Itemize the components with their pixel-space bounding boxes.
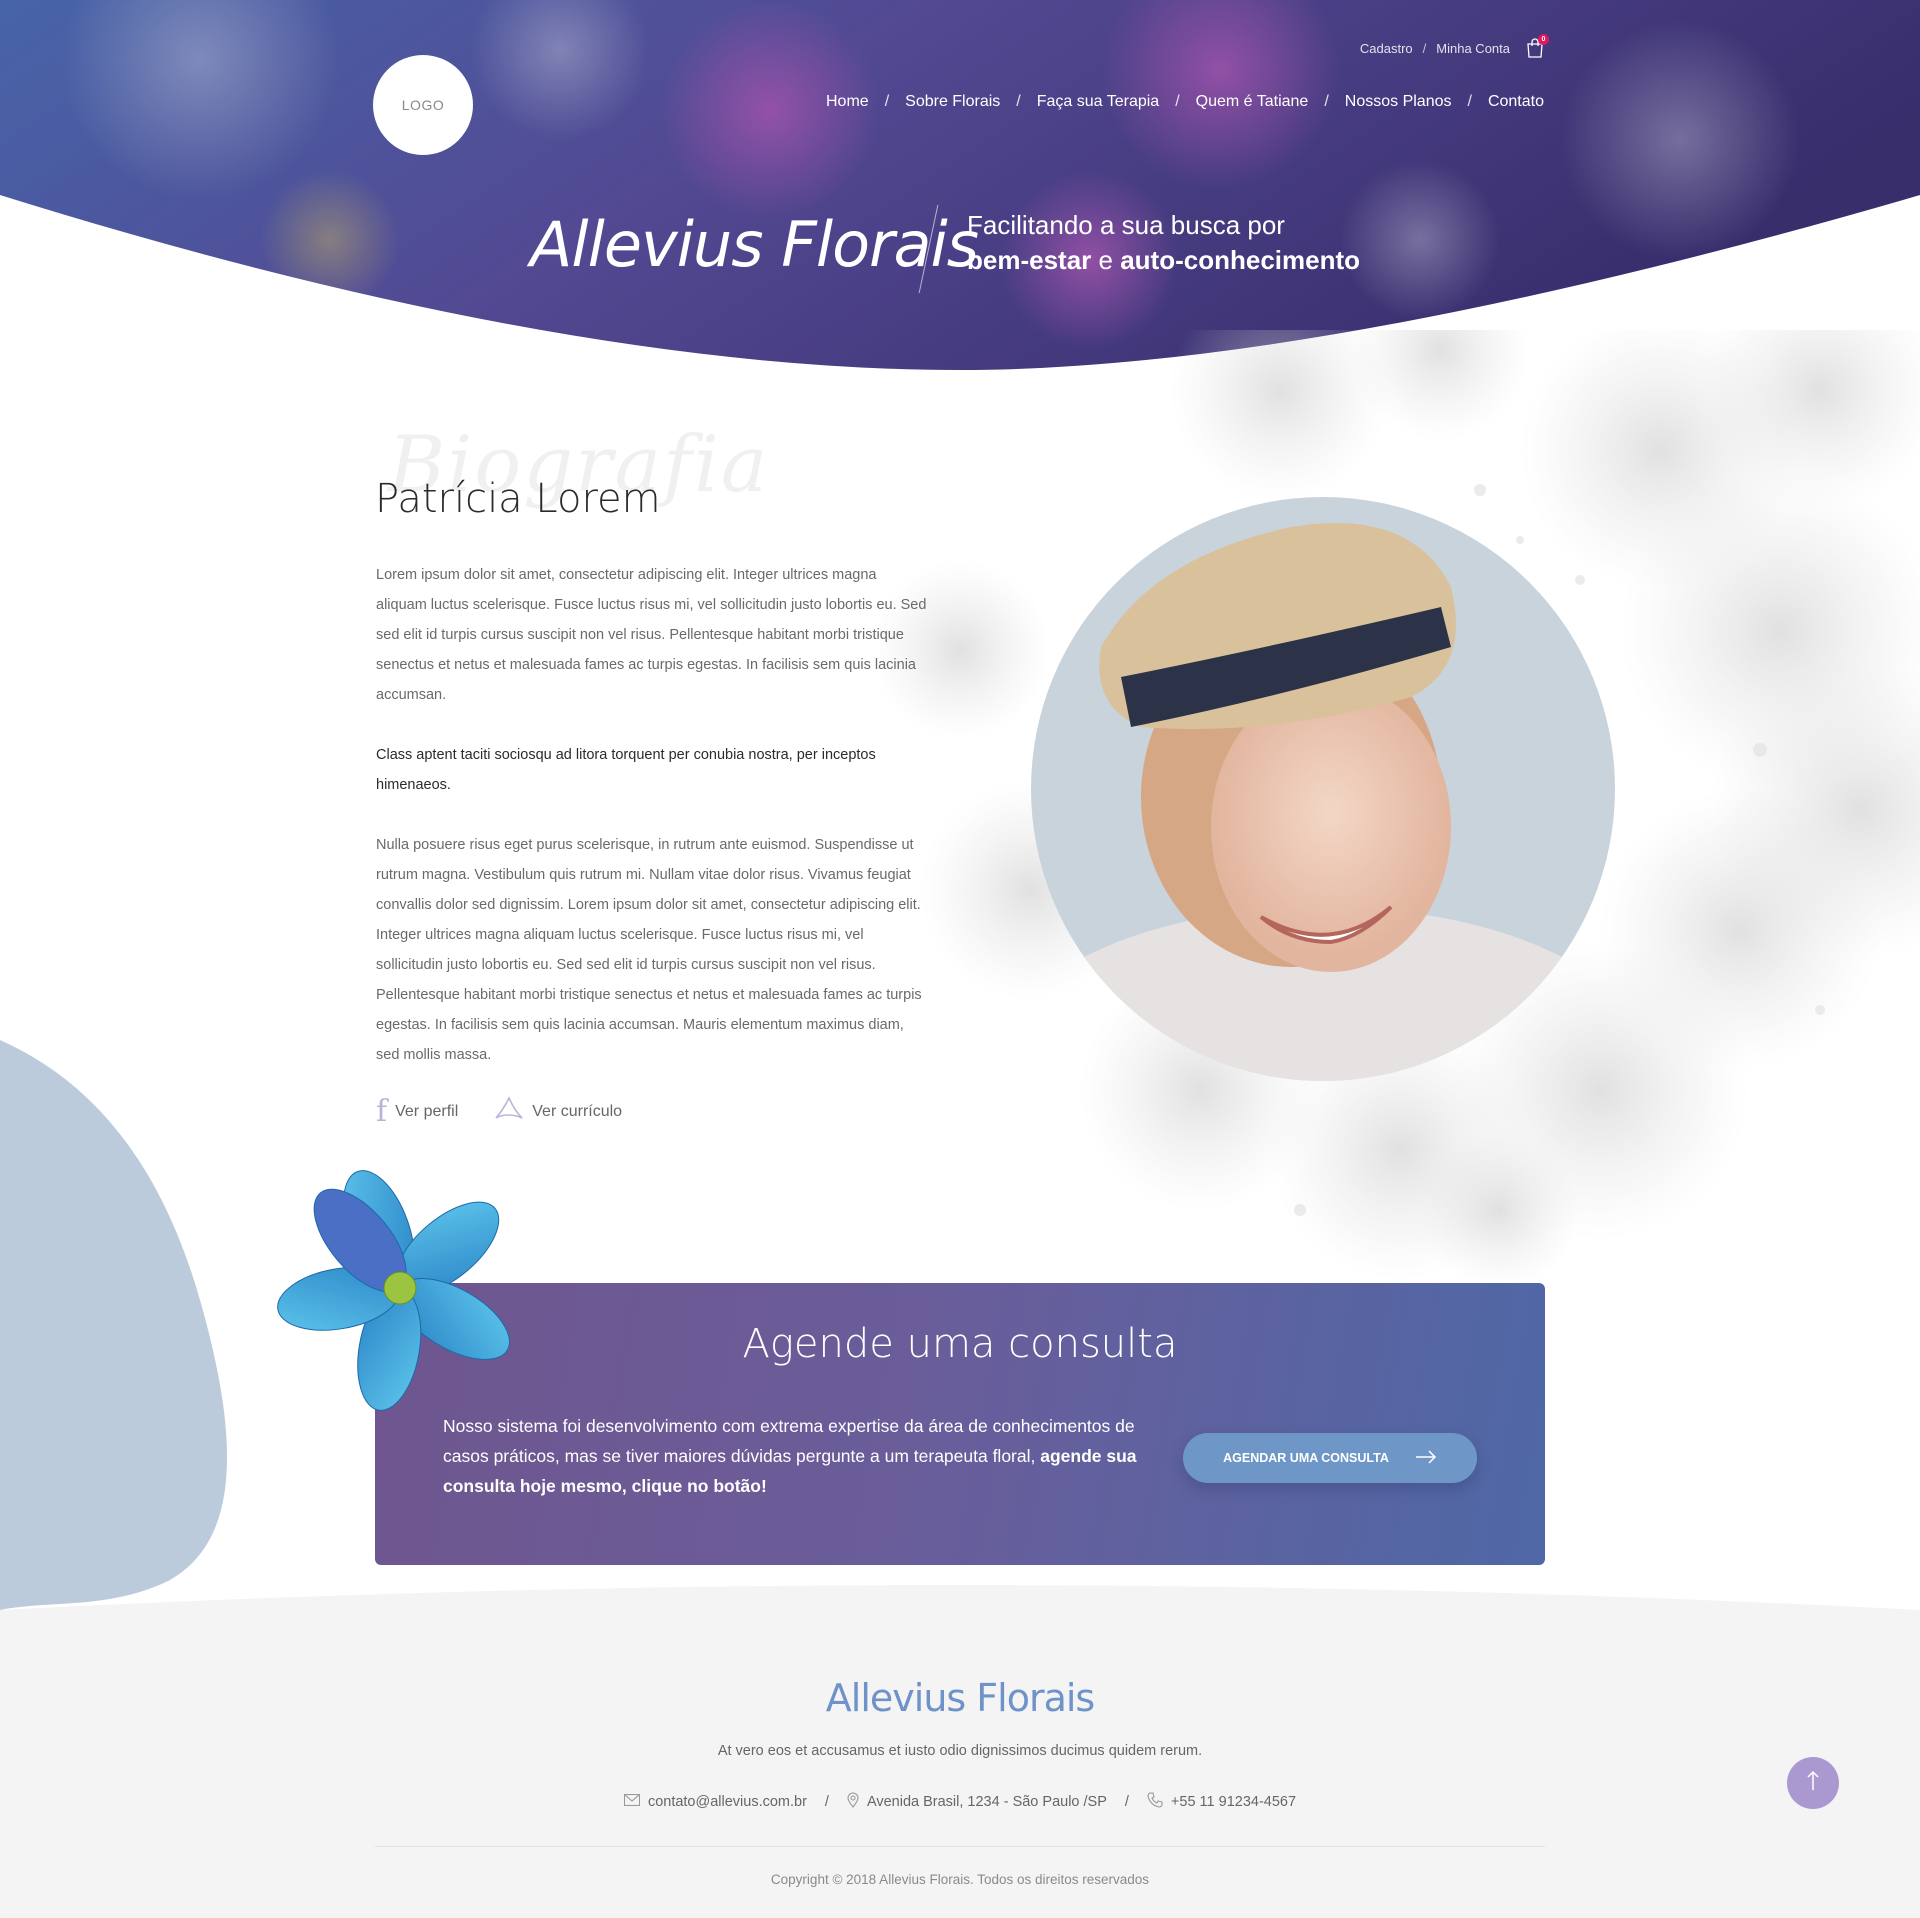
footer-phone-text: +55 11 91234-4567 — [1170, 1794, 1297, 1810]
cta-title: Agende uma consulta — [742, 1321, 1178, 1367]
footer-address-text: Avenida Brasil, 1234 - São Paulo /SP — [866, 1794, 1107, 1810]
bio-paragraph-highlight: Class aptent taciti sociosqu ad litora t… — [376, 747, 876, 793]
main-nav: Home / Sobre Florais / Faça sua Terapia … — [826, 93, 1544, 111]
nav-separator: / — [1016, 93, 1021, 110]
tagline-line-1: Facilitando a sua busca por — [967, 210, 1285, 240]
arrow-right-icon — [1415, 1449, 1437, 1467]
copyright: Copyright © 2018 Allevius Florais. Todos… — [770, 1872, 1150, 1887]
footer-description: At vero eos et accusamus et iusto odio d… — [717, 1743, 1203, 1759]
nav-separator: / — [1467, 93, 1472, 110]
bio-name-heading: Patrícia Lorem — [375, 476, 661, 522]
footer-email[interactable]: contato@allevius.com.br — [623, 1793, 807, 1810]
nav-separator: / — [884, 93, 890, 110]
footer-email-text: contato@allevius.com.br — [647, 1794, 807, 1810]
view-profile-label: Ver perfil — [395, 1102, 459, 1120]
cart-icon[interactable]: 0 — [1526, 34, 1549, 58]
tagline-connector: e — [1098, 245, 1113, 275]
nav-separator: / — [1324, 93, 1329, 110]
footer-phone[interactable]: +55 11 91234-4567 — [1147, 1792, 1296, 1812]
nav-sobre-florais[interactable]: Sobre Florais — [905, 93, 1000, 111]
nav-contato[interactable]: Contato — [1488, 93, 1544, 111]
facebook-icon: f — [376, 1093, 388, 1129]
footer-address: Avenida Brasil, 1234 - São Paulo /SP — [847, 1792, 1107, 1812]
account-link[interactable]: Minha Conta — [1436, 41, 1510, 56]
hero-banner-background — [0, 0, 1920, 370]
nav-quem-e-tatiane[interactable]: Quem é Tatiane — [1196, 93, 1309, 111]
schedule-consultation-button[interactable]: AGENDAR UMA CONSULTA — [1183, 1433, 1477, 1483]
register-link[interactable]: Cadastro — [1360, 41, 1413, 56]
nav-home[interactable]: Home — [826, 93, 869, 111]
logo[interactable]: LOGO — [373, 55, 473, 155]
acrobat-icon — [494, 1096, 524, 1127]
location-icon — [847, 1792, 859, 1812]
bio-paragraph: Nulla posuere risus eget purus scelerisq… — [376, 837, 922, 1063]
cart-count-badge: 0 — [1538, 34, 1549, 45]
hero-brand-title: Allevius Florais — [530, 208, 979, 281]
top-links: Cadastro / Minha Conta 0 — [1360, 34, 1549, 58]
left-blob-decoration — [0, 1040, 228, 1610]
tagline-bold-2: auto-conhecimento — [1120, 245, 1361, 275]
back-to-top-button[interactable] — [1787, 1757, 1839, 1809]
footer-divider — [375, 1846, 1545, 1847]
blue-flower-decoration — [277, 1170, 510, 1411]
nav-separator: / — [1175, 93, 1180, 110]
footer-separator: / — [824, 1794, 829, 1810]
profile-photo — [1031, 497, 1615, 1081]
tagline-line-2: bem-estar e auto-conhecimento — [967, 245, 1360, 276]
cta-text-body: Nosso sistema foi desenvolvimento com ex… — [443, 1416, 1135, 1466]
tagline-bold-1: bem-estar — [967, 245, 1092, 275]
bio-links: f Ver perfil Ver currículo — [376, 1096, 622, 1127]
footer-contact: contato@allevius.com.br / Avenida Brasil… — [0, 1792, 1920, 1812]
view-resume-label: Ver currículo — [532, 1102, 623, 1120]
footer-separator: / — [1124, 1794, 1129, 1810]
hero-tagline: Facilitando a sua busca por bem-estar e … — [967, 210, 1360, 276]
view-profile-link[interactable]: f Ver perfil — [376, 1096, 458, 1127]
view-resume-link[interactable]: Ver currículo — [494, 1096, 622, 1127]
bio-text: Lorem ipsum dolor sit amet, consectetur … — [376, 560, 931, 1100]
footer-brand: Allevius Florais — [825, 1676, 1095, 1720]
arrow-up-icon — [1807, 1770, 1819, 1796]
schedule-consultation-panel: Agende uma consulta Nosso sistema foi de… — [375, 1283, 1545, 1565]
nav-faca-sua-terapia[interactable]: Faça sua Terapia — [1037, 93, 1159, 111]
nav-nossos-planos[interactable]: Nossos Planos — [1345, 93, 1452, 111]
cta-text: Nosso sistema foi desenvolvimento com ex… — [443, 1411, 1143, 1501]
phone-icon — [1147, 1792, 1163, 1812]
top-links-separator: / — [1422, 40, 1427, 56]
mail-icon — [623, 1793, 640, 1810]
schedule-button-label: AGENDAR UMA CONSULTA — [1223, 1451, 1389, 1465]
bio-paragraph: Lorem ipsum dolor sit amet, consectetur … — [376, 567, 927, 703]
